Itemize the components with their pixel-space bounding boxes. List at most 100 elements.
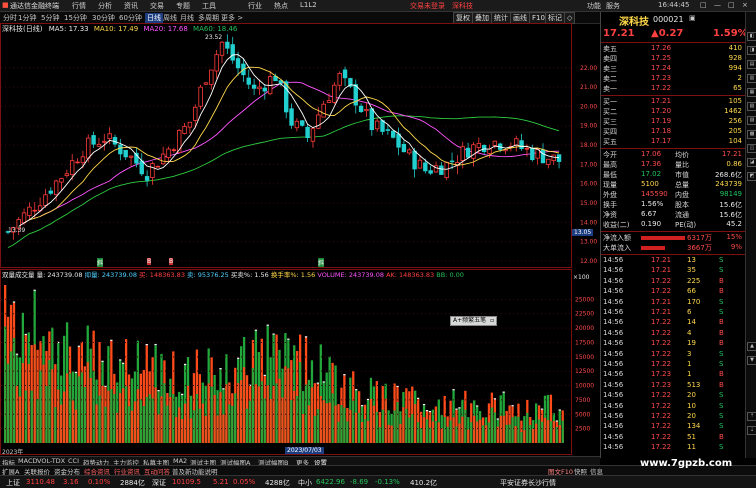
volume-bar-inner xyxy=(9,351,13,443)
volume-bar-inner xyxy=(119,393,122,443)
menu-function[interactable]: 功能 xyxy=(587,1,601,11)
window-menu-icon[interactable]: □ xyxy=(700,1,707,9)
candle-body xyxy=(465,147,471,158)
tick-row: 14:56 17.23 513 B xyxy=(601,381,746,391)
menu-l1l2[interactable]: L1L2 xyxy=(300,1,317,9)
menu-topic[interactable]: 专题 xyxy=(176,1,190,11)
tab-macd[interactable]: MACD xyxy=(18,457,37,465)
candle-body xyxy=(412,150,417,170)
candle-body xyxy=(460,146,465,161)
volume-bar-cap xyxy=(101,360,104,362)
menu-industry[interactable]: 行业 xyxy=(248,1,262,11)
sidebar-button[interactable]: ◧ xyxy=(747,32,756,41)
menu-tools[interactable]: 工具 xyxy=(202,1,216,11)
menu-service[interactable]: 服务 xyxy=(606,1,620,11)
volume-bar-cap xyxy=(287,338,290,340)
volume-bar-cap xyxy=(428,410,432,413)
buy-volume: 买: 148363.83 xyxy=(139,271,185,279)
minimize-icon[interactable]: — xyxy=(714,1,721,9)
tick-volume: 35 xyxy=(687,266,696,275)
tick-row: 14:56 17.22 10 S xyxy=(601,402,746,412)
bid-price: 17.17 xyxy=(651,137,672,145)
sell-volume: 卖: 95376.25 xyxy=(187,271,229,279)
stat-row: 换手 1.56% 股本 15.6亿 xyxy=(601,200,746,210)
tab-vol-tdx[interactable]: VOL-TDX xyxy=(37,457,65,465)
period-multi[interactable]: 多周期 xyxy=(198,13,219,23)
candle-body xyxy=(160,153,166,165)
candle-body xyxy=(102,140,107,143)
candle-body xyxy=(321,103,326,118)
sidebar-button[interactable]: ◫ xyxy=(747,144,756,153)
sidebar-button[interactable]: ▤ xyxy=(747,60,756,69)
volume-bar-cap xyxy=(304,336,308,338)
period-weekly[interactable]: 周线 xyxy=(163,13,177,23)
volume-value: 量: 243739.08 xyxy=(36,271,83,279)
period-30min[interactable]: 30分钟 xyxy=(92,13,115,23)
menu-news[interactable]: 资讯 xyxy=(124,1,138,11)
sidebar-button[interactable]: ▧ xyxy=(747,102,756,111)
period-60min[interactable]: 60分钟 xyxy=(119,13,142,23)
sidebar-button[interactable]: ◨ xyxy=(747,46,756,55)
candle-body xyxy=(551,154,556,162)
period-5min[interactable]: 5分钟 xyxy=(41,13,59,23)
stat-label: 总量 xyxy=(675,181,689,189)
flow-bar xyxy=(641,246,665,250)
sidebar-button[interactable]: ⇡ xyxy=(747,412,756,421)
candle-body xyxy=(166,148,171,158)
kline-chart-area[interactable]: 22.00 21.00 20.00 19.00 18.00 17.00 16.00 15.00… xyxy=(0,23,600,456)
volume-bar-inner xyxy=(558,425,561,443)
volume-bar-inner xyxy=(166,405,169,443)
period-15min[interactable]: 15分钟 xyxy=(64,13,87,23)
quote-price-row: 17.21 ▲0.27 1.59% xyxy=(601,28,748,40)
stock-link[interactable]: 深科技 xyxy=(452,1,473,11)
volume-bar-cap xyxy=(502,391,505,393)
volume-bar-inner xyxy=(408,417,411,443)
tick-price: 17.22 xyxy=(651,432,672,441)
tick-direction: B xyxy=(719,339,724,348)
popup-close-icon[interactable]: ▫ xyxy=(490,317,494,324)
volume-bar-inner xyxy=(275,383,278,443)
volume-bar-inner xyxy=(378,427,381,443)
volume-bar-inner xyxy=(375,411,378,443)
sidebar-button[interactable]: ⇣ xyxy=(747,426,756,435)
quote-menu-icon[interactable]: ▣ xyxy=(689,14,696,22)
menu-analysis[interactable]: 分析 xyxy=(98,1,112,11)
volume-bar-cap xyxy=(263,374,266,377)
tab-ma2[interactable]: MA2 xyxy=(173,457,187,465)
tick-row: 14:56 17.22 20 S xyxy=(601,412,746,422)
maximize-icon[interactable]: □ xyxy=(728,1,735,9)
sidebar-button[interactable]: ▥ xyxy=(747,74,756,83)
period-more[interactable]: 更多 > xyxy=(221,13,243,23)
period-monthly[interactable]: 月线 xyxy=(180,13,194,23)
sidebar-button[interactable]: ▨ xyxy=(747,116,756,125)
menu-hot[interactable]: 热点 xyxy=(274,1,288,11)
sidebar-button[interactable]: ◩ xyxy=(747,172,756,181)
sidebar-button[interactable]: ▲ xyxy=(747,342,756,351)
overlay-popup[interactable]: A+频繁五笔 ▫ xyxy=(450,316,498,326)
close-icon[interactable]: × xyxy=(742,1,748,9)
signal-mark: B xyxy=(147,258,152,265)
candle-body xyxy=(310,128,316,142)
volume-bar-cap xyxy=(222,388,225,390)
sidebar-button[interactable]: ◪ xyxy=(747,158,756,167)
trade-login-link[interactable]: 交易未登录 xyxy=(410,1,445,11)
tab-cci[interactable]: CCI xyxy=(68,457,79,465)
menu-quote[interactable]: 行情 xyxy=(72,1,86,11)
sidebar-button[interactable]: ▼ xyxy=(747,356,756,365)
flow-value: 3667万 xyxy=(687,244,712,252)
sidebar-button[interactable]: ▩ xyxy=(747,130,756,139)
sidebar-button[interactable]: ▦ xyxy=(747,88,756,97)
menu-trade[interactable]: 交易 xyxy=(150,1,164,11)
bid-label: 买二 xyxy=(603,108,617,116)
volume-tick-label: 17500 xyxy=(575,339,594,346)
volume-bar-inner xyxy=(216,415,219,443)
period-1min[interactable]: 1分钟 xyxy=(18,13,36,23)
stat-label: 最低 xyxy=(603,171,617,179)
period-timeshare[interactable]: 分时 xyxy=(3,13,17,23)
volume-bar-cap xyxy=(266,324,269,326)
flow-row: 大单流入 3667万 9% xyxy=(601,243,746,253)
period-daily[interactable]: 日线 xyxy=(145,13,163,23)
signal-mark: 斜 xyxy=(97,258,104,267)
volume-bar-cap xyxy=(316,382,319,384)
volume-bar-cap xyxy=(181,393,184,395)
